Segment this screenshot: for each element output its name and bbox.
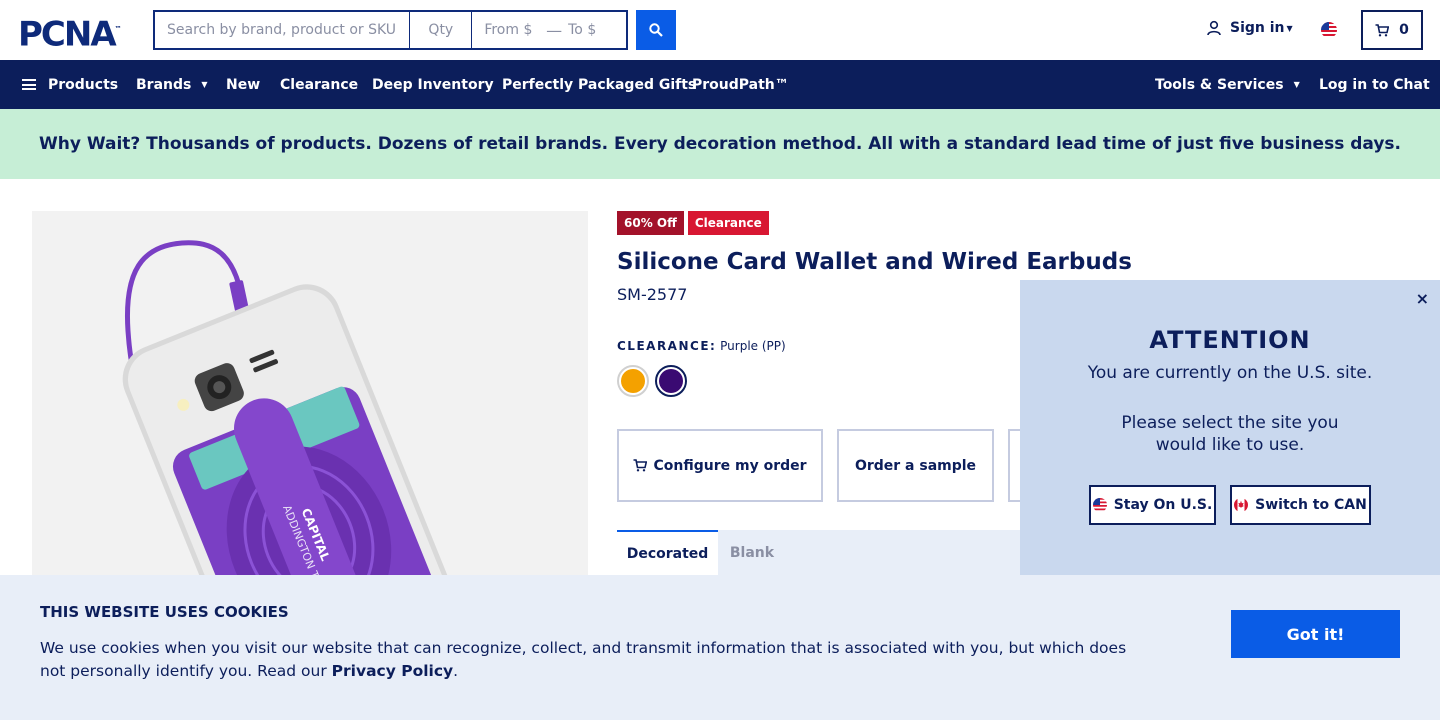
price-from-input[interactable]: From $: [472, 12, 542, 48]
product-badges: 60% Off Clearance: [617, 211, 769, 235]
nav-login-chat[interactable]: Log in to Chat: [1319, 60, 1430, 109]
modal-subtitle: You are currently on the U.S. site.: [1087, 363, 1373, 383]
order-sample-button[interactable]: Order a sample: [837, 429, 994, 502]
chevron-down-icon: ▼: [201, 80, 208, 89]
nav-tools-services[interactable]: Tools & Services ▼: [1155, 60, 1300, 109]
search-input[interactable]: Search by brand, product or SKU: [155, 12, 411, 48]
cookie-banner: THIS WEBSITE USES COOKIES We use cookies…: [0, 575, 1440, 720]
site-select-modal: × ATTENTION You are currently on the U.S…: [1020, 280, 1440, 575]
cookie-title: THIS WEBSITE USES COOKIES: [40, 603, 289, 621]
configure-order-button[interactable]: Configure my order: [617, 429, 823, 502]
nav-deep-inventory[interactable]: Deep Inventory: [372, 60, 494, 109]
selected-color: Purple (PP): [720, 339, 786, 353]
swatch-purple[interactable]: [655, 365, 687, 397]
got-it-button[interactable]: Got it!: [1231, 610, 1400, 658]
cookie-body: We use cookies when you visit our websit…: [40, 639, 1127, 680]
search-button[interactable]: [636, 10, 676, 50]
sign-in-label: Sign in: [1230, 20, 1285, 36]
tab-blank[interactable]: Blank: [718, 530, 786, 575]
promo-banner: Why Wait? Thousands of products. Dozens …: [0, 109, 1440, 179]
nav-proudpath[interactable]: ProudPath™: [692, 60, 789, 109]
cart-icon: [633, 459, 648, 472]
product-sku: SM-2577: [617, 285, 688, 304]
cookie-text: We use cookies when you visit our websit…: [40, 637, 1140, 683]
product-title: Silicone Card Wallet and Wired Earbuds: [617, 249, 1132, 275]
nav-brands-label: Brands: [136, 76, 192, 93]
user-icon: [1207, 20, 1221, 36]
swatch-orange[interactable]: [617, 365, 649, 397]
chevron-down-icon: ▼: [1286, 23, 1293, 33]
pcna-logo[interactable]: PCNA™: [18, 14, 122, 51]
nav-tools-label: Tools & Services: [1155, 76, 1284, 93]
cart-count: 0: [1399, 22, 1409, 38]
switch-can-button[interactable]: Switch to CAN: [1230, 485, 1371, 525]
discount-badge: 60% Off: [617, 211, 684, 235]
stay-us-button[interactable]: Stay On U.S.: [1089, 485, 1216, 525]
close-icon[interactable]: ×: [1416, 289, 1429, 308]
cart-button[interactable]: 0: [1361, 10, 1423, 50]
canada-flag-icon: [1234, 498, 1249, 512]
qty-input[interactable]: Qty: [410, 12, 473, 48]
price-range-dash: —: [546, 20, 563, 40]
nav-brands[interactable]: Brands ▼: [136, 60, 208, 109]
nav-clearance[interactable]: Clearance: [280, 60, 358, 109]
chevron-down-icon: ▼: [1293, 80, 1300, 89]
privacy-policy-link[interactable]: Privacy Policy: [332, 662, 454, 680]
clearance-heading: CLEARANCE:: [617, 339, 717, 353]
search-icon: [649, 23, 663, 37]
hamburger-icon: [22, 79, 36, 90]
us-flag-icon: [1092, 498, 1107, 512]
nav-products-label: Products: [48, 76, 119, 93]
modal-question: Please select the site you would like to…: [1121, 413, 1339, 455]
sign-in-menu[interactable]: Sign in ▼: [1206, 20, 1293, 36]
stay-us-label: Stay On U.S.: [1113, 497, 1213, 513]
clearance-badge: Clearance: [687, 211, 769, 235]
product-image[interactable]: ADDINGTON TRUST CAPITAL: [32, 211, 588, 575]
swatch-orange-dot: [621, 369, 645, 393]
configure-order-label: Configure my order: [653, 457, 807, 474]
modal-title: ATTENTION: [1149, 326, 1311, 354]
color-selection-label: CLEARANCE: Purple (PP): [617, 339, 786, 353]
cart-icon: [1375, 23, 1390, 36]
cookie-period: .: [453, 662, 459, 680]
main-nav: Products Brands ▼ New Clearance Deep Inv…: [0, 60, 1440, 109]
promo-text: Why Wait? Thousands of products. Dozens …: [38, 134, 1402, 154]
switch-can-label: Switch to CAN: [1255, 497, 1367, 513]
price-to-input[interactable]: To $: [566, 12, 626, 48]
search-bar: Search by brand, product or SKU Qty From…: [153, 10, 628, 50]
tab-decorated[interactable]: Decorated: [617, 530, 718, 575]
nav-products[interactable]: Products: [22, 60, 118, 109]
us-flag-icon[interactable]: [1321, 22, 1337, 38]
swatch-purple-dot: [659, 369, 683, 393]
site-header: PCNA™ Search by brand, product or SKU Qt…: [0, 0, 1440, 60]
nav-gifts[interactable]: Perfectly Packaged Gifts: [502, 60, 696, 109]
nav-new[interactable]: New: [226, 60, 260, 109]
